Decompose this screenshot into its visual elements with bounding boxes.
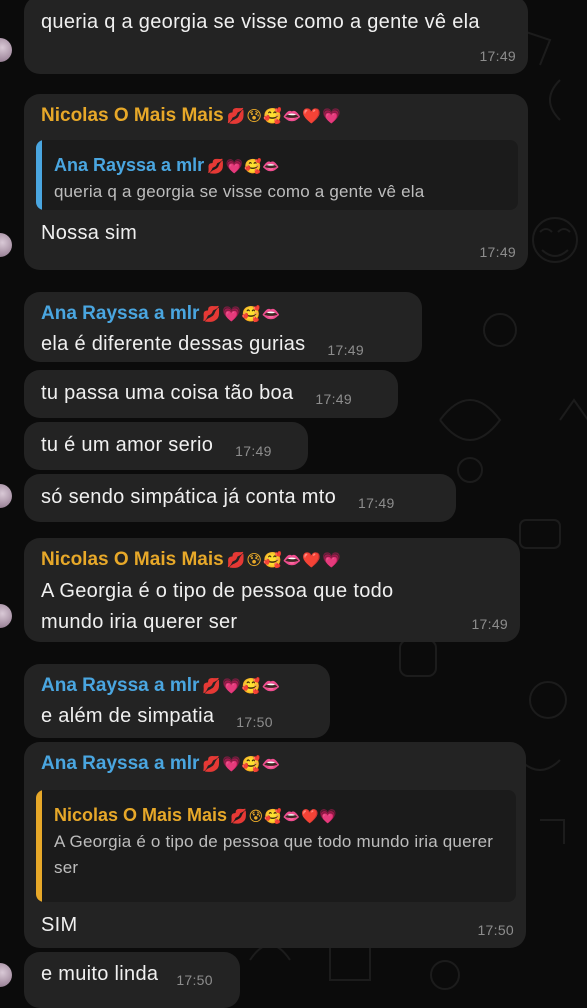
sender-name: Nicolas O Mais Mais 💋😰🥰👄❤️💗 [41,105,342,126]
message-row: e além de simpatia 17:50 [41,701,316,733]
message-timestamp: 17:49 [315,391,352,407]
message-text: tu passa uma coisa tão boa [41,382,294,404]
quoted-reply[interactable]: Nicolas O Mais Mais 💋😰🥰👄❤️💗 A Georgia é o… [36,790,516,902]
message-bubble[interactable]: Nicolas O Mais Mais 💋😰🥰👄❤️💗 Ana Rayssa a … [24,94,528,270]
quoted-reply[interactable]: Ana Rayssa a mlr 💋💗🥰👄 queria q a georgia … [36,140,518,210]
message-text: e muito linda [41,963,159,985]
message-text: só sendo simpática já conta mto [41,486,337,508]
quoted-sender-emoji: 💋💗🥰👄 [207,158,281,174]
message-row: ela é diferente dessas gurias 17:49 [41,329,408,361]
message-row: só sendo simpática já conta mto 17:49 [41,482,442,514]
quoted-sender-name: Ana Rayssa a mlr 💋💗🥰👄 [54,155,281,175]
sender-emoji: 💋💗🥰👄 [202,678,282,695]
sender-emoji: 💋💗🥰👄 [202,756,282,773]
message-timestamp: 17:49 [479,244,516,260]
sender-name: Ana Rayssa a mlr 💋💗🥰👄 [41,303,282,324]
message-bubble[interactable]: tu é um amor serio 17:49 [24,422,308,470]
message-timestamp: 17:49 [471,616,508,632]
message-text: Nossa sim [41,222,138,244]
message-text: tu é um amor serio [41,434,214,456]
message-text: A Georgia é o tipo de pessoa que todo mu… [41,580,394,633]
message-timestamp: 17:50 [176,972,213,988]
message-bubble[interactable]: Ana Rayssa a mlr 💋💗🥰👄 Nicolas O Mais Mais… [24,742,526,948]
message-bubble[interactable]: Ana Rayssa a mlr 💋💗🥰👄 ela é diferente des… [24,292,422,362]
message-timestamp: 17:50 [236,714,273,730]
sender-emoji: 💋😰🥰👄❤️💗 [226,108,342,125]
quoted-text: A Georgia é o tipo de pessoa que todo mu… [54,832,494,877]
sender-name: Ana Rayssa a mlr 💋💗🥰👄 [41,675,282,696]
quoted-sender-emoji: 💋😰🥰👄❤️💗 [230,808,338,824]
sender-emoji: 💋💗🥰👄 [202,306,282,323]
quoted-sender-name: Nicolas O Mais Mais 💋😰🥰👄❤️💗 [54,805,338,825]
message-row: tu passa uma coisa tão boa 17:49 [41,378,384,410]
sender-emoji: 💋😰🥰👄❤️💗 [226,552,342,569]
message-text: queria q a georgia se visse como a gente… [41,11,480,33]
message-timestamp: 17:49 [479,48,516,64]
message-bubble[interactable]: só sendo simpática já conta mto 17:49 [24,474,456,522]
message-text: SIM [41,914,78,936]
message-bubble[interactable]: Ana Rayssa a mlr 💋💗🥰👄 e além de simpatia 1… [24,664,330,738]
message-timestamp: 17:49 [358,495,395,511]
message-bubble[interactable]: Nicolas O Mais Mais 💋😰🥰👄❤️💗 A Georgia é o… [24,538,520,642]
message-text: ela é diferente dessas gurias [41,333,306,355]
message-text: e além de simpatia [41,705,215,727]
message-row: e muito linda 17:50 [41,959,226,991]
message-timestamp: 17:49 [327,342,364,358]
quoted-text: queria q a georgia se visse como a gente… [54,182,425,201]
sender-name: Ana Rayssa a mlr 💋💗🥰👄 [41,753,282,774]
message-timestamp: 17:49 [235,443,272,459]
message-row: tu é um amor serio 17:49 [41,430,294,462]
message-bubble[interactable]: tu passa uma coisa tão boa 17:49 [24,370,398,418]
message-timestamp: 17:50 [477,922,514,938]
sender-name: Nicolas O Mais Mais 💋😰🥰👄❤️💗 [41,549,342,570]
message-bubble[interactable]: queria q a georgia se visse como a gente… [24,0,528,74]
